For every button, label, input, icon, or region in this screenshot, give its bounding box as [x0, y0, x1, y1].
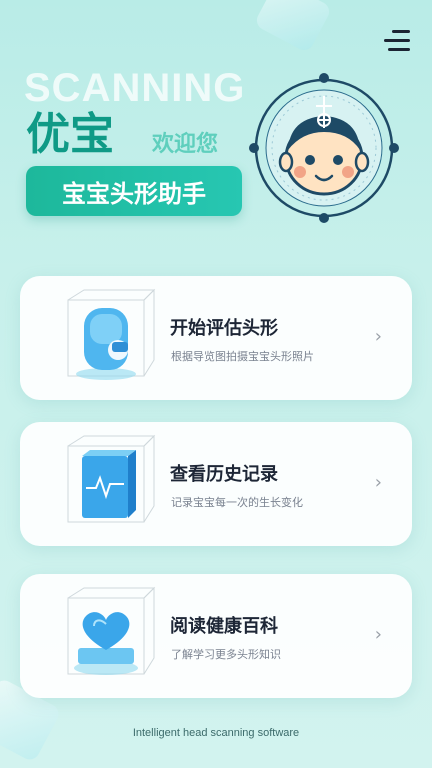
- head-scan-icon: [67, 288, 156, 380]
- footer-slogan: Intelligent head scanning software: [132, 727, 300, 739]
- health-encyclopedia-icon: [67, 586, 156, 675]
- card-title: 查看历史记录: [170, 464, 278, 485]
- card-subtitle: 记录宝宝每一次的生长变化: [171, 496, 303, 509]
- history-record-icon: [67, 434, 156, 523]
- menu-card-encyclopedia[interactable]: 阅读健康百科 了解学习更多头形知识 ›: [20, 574, 412, 698]
- card-subtitle: 了解学习更多头形知识: [171, 648, 281, 661]
- welcome-text: 欢迎您: [152, 132, 219, 157]
- menu-card-start-assessment[interactable]: 开始评估头形 根据导览图拍摄宝宝头形照片 ›: [20, 276, 412, 400]
- app-brand-title: 优宝: [26, 109, 114, 160]
- chevron-right-icon: ›: [374, 472, 382, 493]
- card-subtitle: 根据导览图拍摄宝宝头形照片: [171, 350, 314, 363]
- app-tagline: 宝宝头形助手: [26, 166, 242, 216]
- decor-cube-top: [253, 0, 333, 54]
- baby-scan-mascot-icon: [249, 73, 399, 223]
- menu-card-history[interactable]: 查看历史记录 记录宝宝每一次的生长变化 ›: [20, 422, 412, 546]
- chevron-right-icon: ›: [374, 326, 382, 347]
- menu-icon[interactable]: [384, 30, 410, 52]
- card-title: 开始评估头形: [170, 318, 278, 339]
- card-title: 阅读健康百科: [170, 616, 278, 637]
- chevron-right-icon: ›: [374, 624, 382, 645]
